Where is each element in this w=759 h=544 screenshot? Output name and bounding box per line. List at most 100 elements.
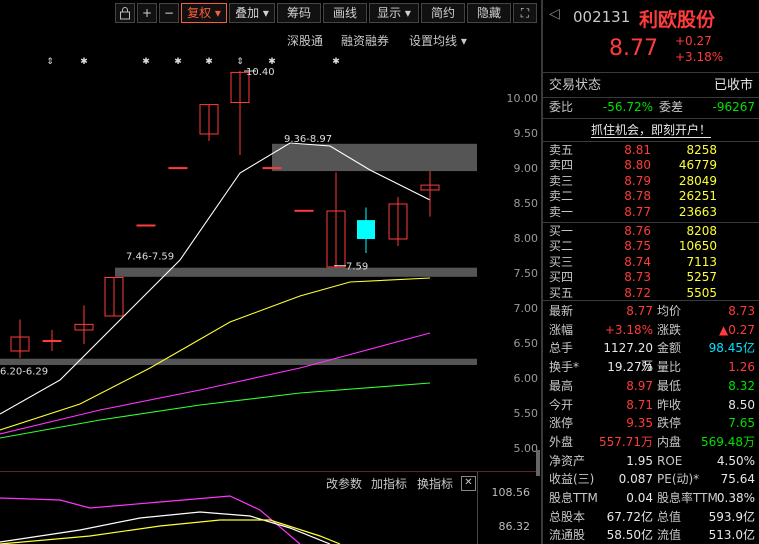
candle-body [136, 224, 156, 227]
sell-price: 8.79 [624, 173, 651, 188]
stat-row: 今开 8.71 昨收 8.50 [543, 396, 759, 414]
divider [543, 300, 759, 301]
stat-value: 8.71 [626, 397, 653, 412]
candlestick-chart[interactable]: ⇕ ✱ ✱ ✱ ✱ ⇕ ✱ ✱10.409.36-8.977.46-7.596.20-6.29… [0, 50, 540, 470]
stat-label: 总手 [549, 341, 574, 356]
buy-row[interactable]: 买四 8.73 5257 [543, 270, 759, 285]
buy-level-label: 买三 [549, 254, 574, 269]
high-price-label: 10.40 [246, 67, 275, 78]
stat-value: 569.48万 [701, 434, 755, 449]
sell-level-label: 卖一 [549, 204, 574, 219]
zoom-out-icon[interactable]: − [159, 3, 179, 23]
sell-price: 8.81 [624, 143, 651, 157]
sub-tick-high: 108.56 [491, 486, 531, 499]
sell-row[interactable]: 卖四 8.80 46779 [543, 158, 759, 173]
chip-zone-label: 9.36-8.97 [284, 134, 332, 145]
collapse-icon[interactable]: ◁ [549, 6, 560, 22]
last-price: 8.77 [609, 36, 658, 61]
candle-body [357, 220, 375, 239]
draw-line-button[interactable]: 画线 [323, 3, 367, 23]
moving-average-line [0, 382, 431, 439]
stat-row: 净资产 1.95 ROE 4.50% [543, 452, 759, 470]
stat-row: 流通股 58.50亿 流值 513.0亿 [543, 526, 759, 544]
price-change: +0.27 [675, 34, 712, 48]
buy-row[interactable]: 买五 8.72 5505 [543, 286, 759, 301]
hide-button[interactable]: 隐藏 [467, 3, 511, 23]
overlay-button[interactable]: 叠加 ▾ [229, 3, 275, 23]
open-account-link[interactable]: 抓住机会，即刻开户！ [543, 121, 759, 138]
candle-body [168, 167, 188, 170]
sgt-link[interactable]: 深股通 [287, 32, 323, 49]
simple-button[interactable]: 简约 [421, 3, 465, 23]
price-change-pct: +3.18% [675, 50, 724, 64]
stat-label: 今开 [549, 397, 574, 412]
divider [543, 222, 759, 223]
sell-price: 8.78 [624, 189, 651, 204]
stat-row: 总手 1127.20万 金额 98.45亿 [543, 339, 759, 373]
buy-level-label: 买一 [549, 224, 574, 238]
buy-level-label: 买二 [549, 239, 574, 254]
stat-value: 8.32 [728, 378, 755, 393]
stat-label: 最低 [657, 378, 682, 393]
divider [543, 141, 759, 142]
signal-marker: ✱ [268, 57, 276, 67]
zoom-in-icon[interactable]: + [137, 3, 157, 23]
signal-marker: ✱ [174, 57, 182, 67]
quote-panel: ◁ 002131 利欧股份 8.77 +0.27 +3.18% 交易状态 已收市… [541, 0, 759, 544]
stat-label: 昨收 [657, 397, 682, 412]
sell-level-label: 卖四 [549, 158, 574, 173]
sell-volume: 23663 [678, 204, 717, 219]
chart-toolbar: + − 复权 ▾ 叠加 ▾ 筹码 画线 显示 ▾ 简约 隐藏 ⛶ [0, 0, 540, 27]
sell-row[interactable]: 卖三 8.79 28049 [543, 174, 759, 189]
buy-price: 8.76 [624, 224, 651, 238]
fuquan-button[interactable]: 复权 ▾ [181, 3, 227, 23]
y-tick-label: 9.00 [513, 162, 539, 175]
lock-icon[interactable] [115, 3, 135, 23]
weicha-value: -96267 [712, 100, 755, 114]
stat-row: 最新 8.77 均价 8.73 [543, 302, 759, 320]
stat-value: ▲0.27 [719, 322, 755, 337]
y-tick-label: 7.00 [513, 302, 539, 315]
display-button[interactable]: 显示 ▾ [369, 3, 419, 23]
stock-code: 002131 [573, 8, 631, 26]
buy-price: 8.73 [624, 270, 651, 285]
sell-row[interactable]: 卖一 8.77 23663 [543, 205, 759, 220]
overlay-label: 叠加 [235, 6, 260, 20]
signal-marker: ⇕ [46, 57, 54, 67]
buy-row[interactable]: 买三 8.74 7113 [543, 255, 759, 270]
buy-row[interactable]: 买二 8.75 10650 [543, 239, 759, 254]
stat-row: 涨幅 +3.18% 涨跌 ▲0.27 [543, 321, 759, 339]
chips-button[interactable]: 筹码 [277, 3, 321, 23]
scroll-handle[interactable] [536, 450, 540, 476]
ma-settings-link[interactable]: 设置均线 ▾ [409, 32, 467, 49]
buy-row[interactable]: 买一 8.76 8208 [543, 224, 759, 239]
y-tick-label: 5.00 [513, 442, 539, 455]
stat-row: 总股本 67.72亿 总值 593.9亿 [543, 508, 759, 526]
stat-value: 0.04 [626, 491, 653, 505]
candle-body [294, 209, 314, 212]
sell-row[interactable]: 卖二 8.78 26251 [543, 189, 759, 204]
expand-icon[interactable]: ⛶ [513, 3, 537, 23]
buy-volume: 7113 [686, 254, 717, 269]
stat-value: 67.72亿 [606, 509, 653, 524]
stat-label: 内盘 [657, 434, 682, 449]
low-price-label: 7.59 [346, 262, 368, 273]
stat-label: 涨停 [549, 416, 574, 431]
sell-row[interactable]: 卖五 8.81 8258 [543, 143, 759, 158]
buy-volume: 8208 [686, 224, 717, 238]
stat-label: 最新 [549, 304, 574, 318]
stat-label: 涨跌 [657, 322, 682, 337]
margin-link[interactable]: 融资融券 [341, 32, 389, 49]
close-icon[interactable]: ✕ [461, 476, 476, 491]
hide-label: 隐藏 [476, 6, 501, 20]
moving-average-line [0, 332, 431, 435]
stat-label: 股息TTM [549, 491, 598, 505]
candle-body [42, 340, 62, 342]
y-tick-label: 7.50 [513, 267, 539, 280]
status-value: 已收市 [713, 78, 753, 93]
stat-row: 涨停 9.35 跌停 7.65 [543, 414, 759, 432]
stat-label: 总值 [657, 509, 682, 524]
y-tick-label: 8.00 [513, 232, 539, 245]
sell-volume: 46779 [678, 158, 717, 173]
stat-value: 98.45亿 [708, 341, 755, 356]
